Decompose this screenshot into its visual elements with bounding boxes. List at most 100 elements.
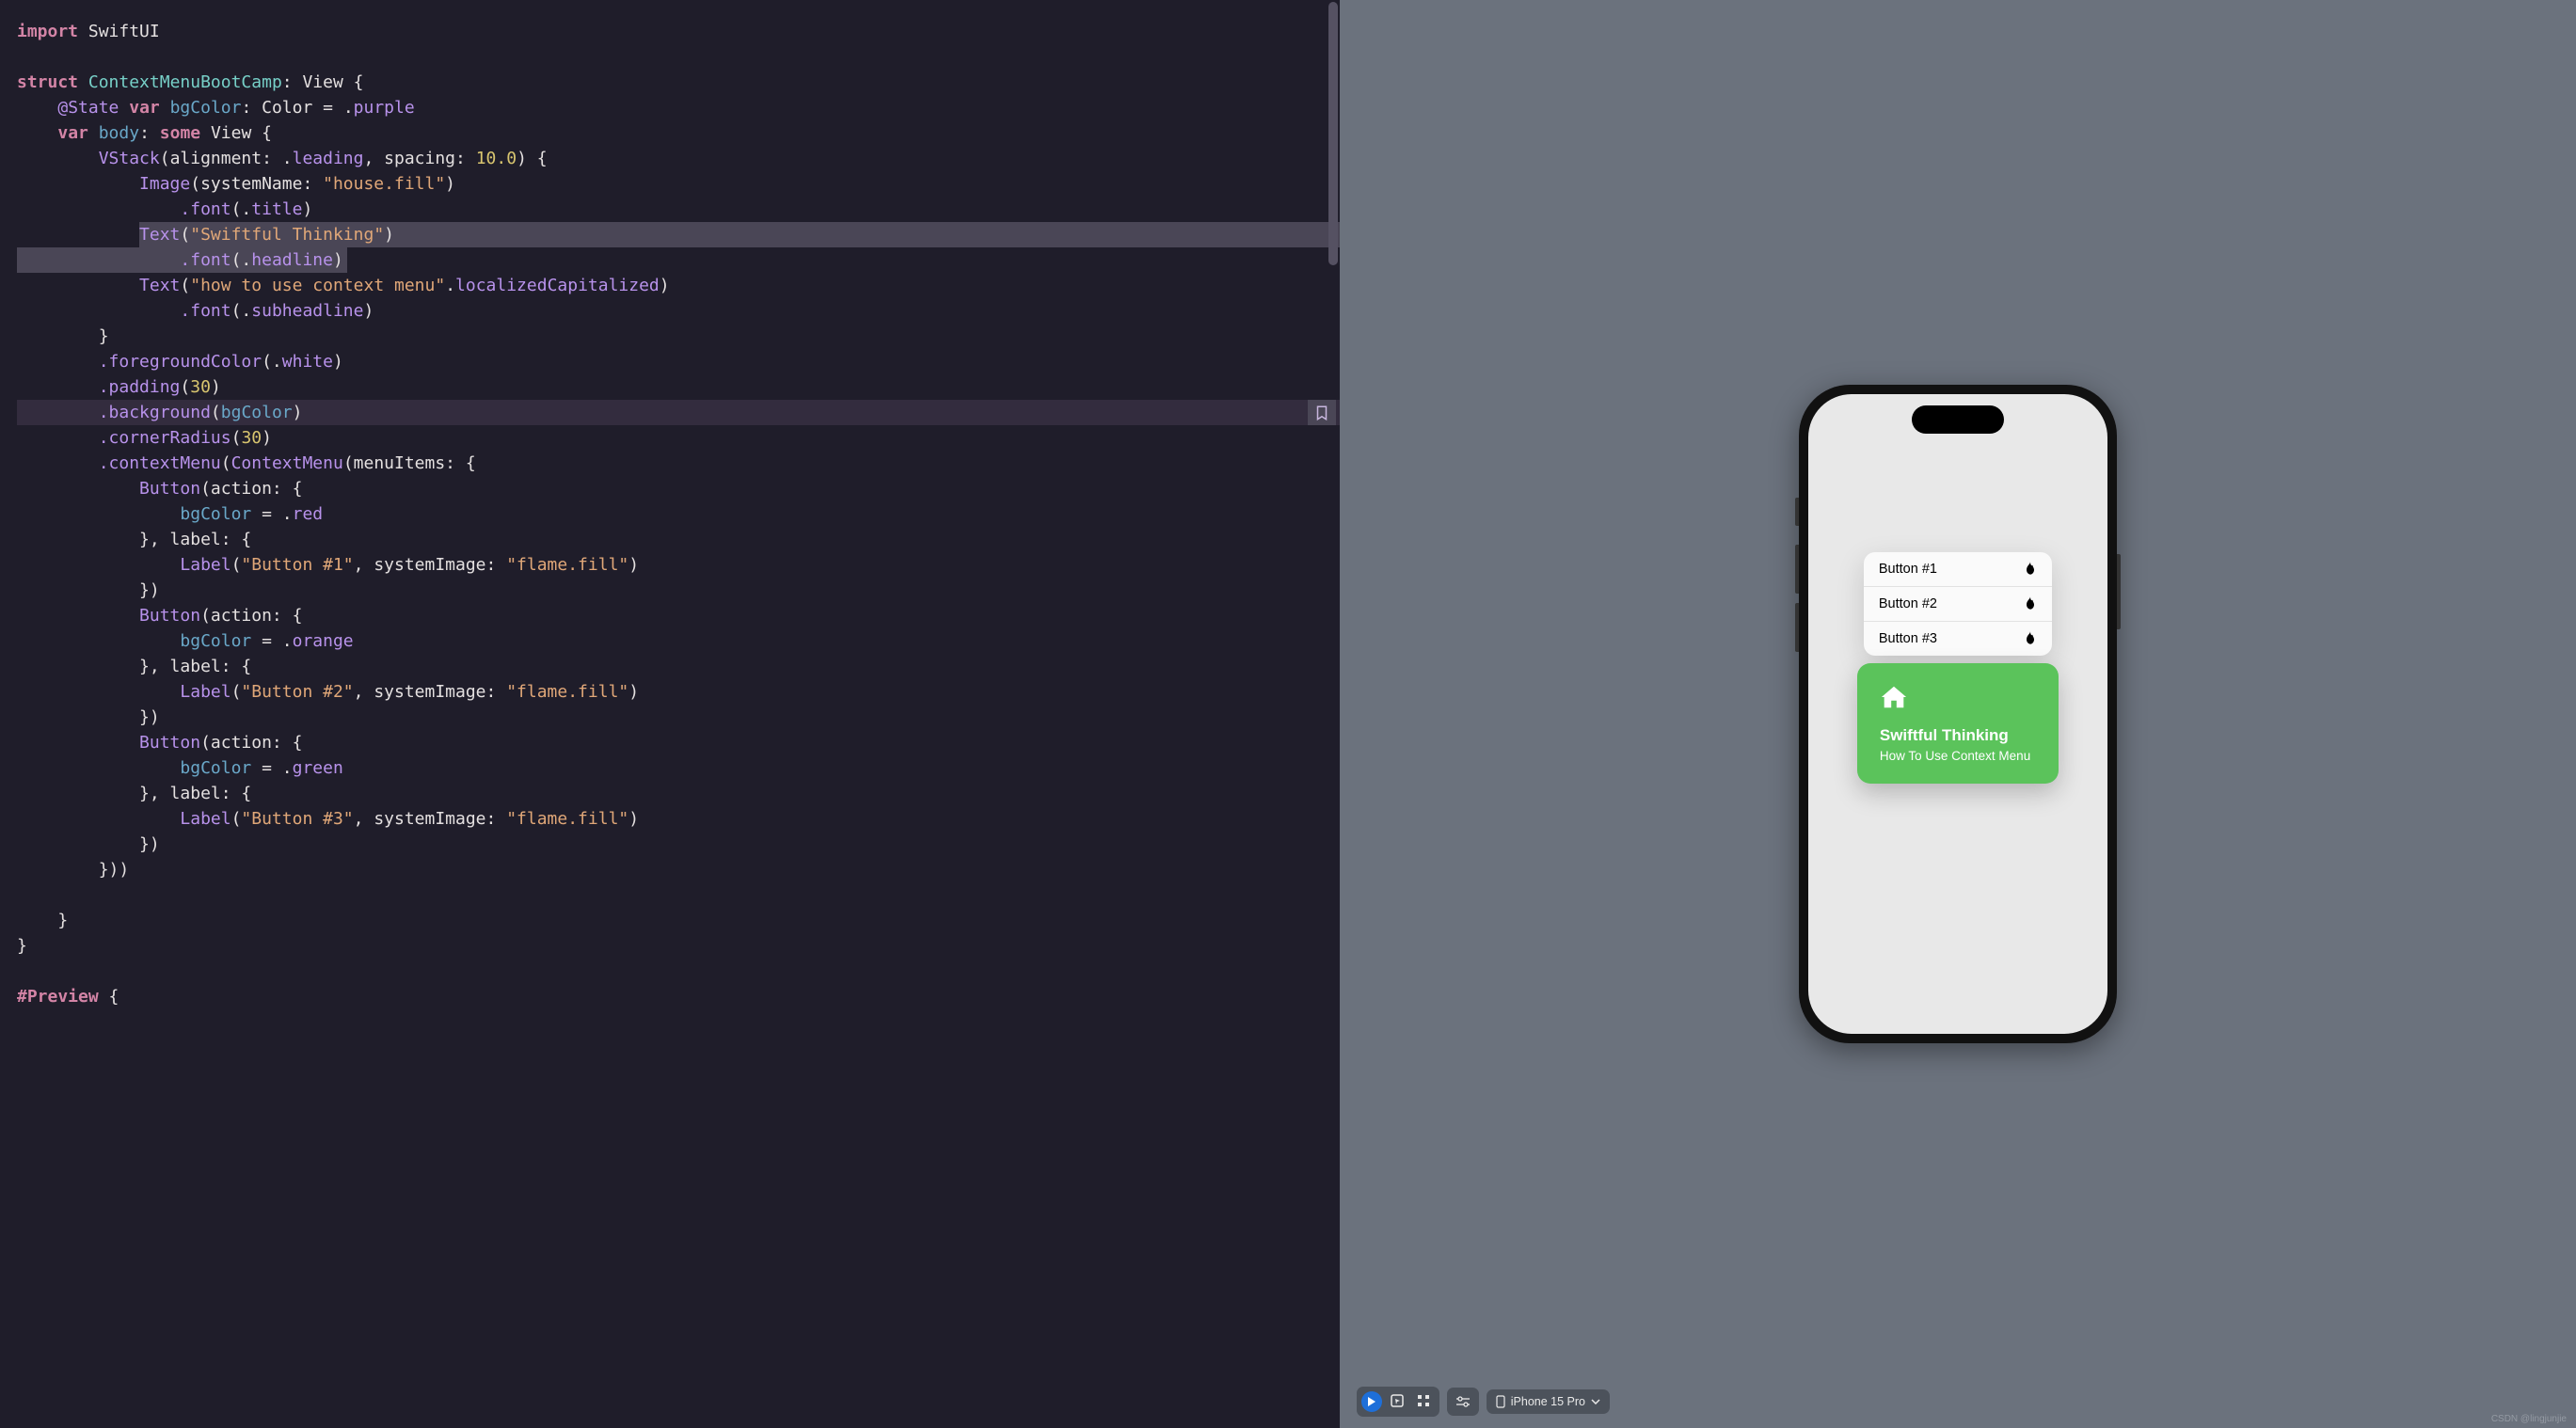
number: 30 [190, 377, 211, 397]
modifier-font: .font [180, 199, 231, 219]
code-text: (action: { [200, 733, 302, 753]
code-text: ( [231, 555, 242, 575]
module-name: SwiftUI [88, 22, 160, 41]
string: "flame.fill" [506, 809, 628, 829]
preview-settings-button[interactable] [1452, 1392, 1474, 1411]
code-text: }) [139, 707, 160, 727]
type-label: Label [180, 555, 231, 575]
enum-leading: leading [293, 149, 364, 168]
var-ref: bgColor [180, 504, 251, 524]
toolbar-group-run [1357, 1387, 1439, 1417]
enum-subheadline: subheadline [251, 301, 363, 321]
code-text: ) [363, 301, 374, 321]
code-text: } [57, 911, 68, 930]
code-text: . [445, 276, 455, 295]
string: "Button #2" [241, 682, 353, 702]
code-text: }) [139, 580, 160, 600]
context-menu: Button #1 Button #2 Button #3 [1864, 552, 2052, 656]
context-menu-item-2[interactable]: Button #2 [1864, 587, 2052, 622]
enum-title: title [251, 199, 302, 219]
code-text: ) [660, 276, 670, 295]
phone-power-button [2117, 554, 2121, 629]
modifier-fgcolor: .foregroundColor [99, 352, 262, 372]
type-vstack: VStack [99, 149, 160, 168]
code-text: } [99, 326, 109, 346]
type-contextmenu: ContextMenu [231, 453, 343, 473]
code-text: = . [251, 758, 292, 778]
selectable-preview-button[interactable] [1386, 1391, 1408, 1410]
number: 30 [241, 428, 262, 448]
kw-import: import [17, 22, 78, 41]
type-image: Image [139, 174, 190, 194]
code-text: { [99, 987, 119, 1007]
preview-toolbar: iPhone 15 Pro [1357, 1387, 1610, 1417]
device-name: iPhone 15 Pro [1511, 1395, 1585, 1408]
dynamic-island [1912, 405, 2004, 434]
code-editor[interactable]: import SwiftUI struct ContextMenuBootCam… [0, 0, 1340, 1428]
code-text: ) [628, 682, 639, 702]
code-text: ) { [517, 149, 548, 168]
code-text: ) [445, 174, 455, 194]
content-card[interactable]: Swiftful Thinking How To Use Context Men… [1857, 663, 2059, 784]
string: "Button #3" [241, 809, 353, 829]
phone-icon [1496, 1395, 1505, 1408]
menu-label: Button #1 [1879, 562, 1937, 577]
device-selector[interactable]: iPhone 15 Pro [1487, 1389, 1610, 1414]
code-text: , systemImage: [354, 555, 507, 575]
flame-icon [2024, 562, 2037, 577]
context-menu-item-3[interactable]: Button #3 [1864, 622, 2052, 656]
code-text: ) [302, 199, 312, 219]
code-text: (action: { [200, 606, 302, 626]
code-text: ( [180, 225, 190, 245]
scrollbar-thumb[interactable] [1328, 2, 1338, 265]
run-button[interactable] [1361, 1391, 1382, 1412]
preview-macro: #Preview [17, 987, 99, 1007]
var-ref: bgColor [221, 403, 293, 422]
modifier-cornerradius: .cornerRadius [99, 428, 231, 448]
code-text: ( [231, 428, 242, 448]
code-text: ) [628, 555, 639, 575]
context-menu-item-1[interactable]: Button #1 [1864, 552, 2052, 587]
code-text: ) [211, 377, 221, 397]
house-icon [1880, 684, 1908, 710]
code-text: ) [384, 225, 394, 245]
code-text: , spacing: [363, 149, 475, 168]
modifier-background: .background [99, 403, 211, 422]
code-text: }, label: { [139, 657, 251, 676]
string: "flame.fill" [506, 682, 628, 702]
var-ref: bgColor [180, 631, 251, 651]
struct-name: ContextMenuBootCamp [88, 72, 282, 92]
kw-struct: struct [17, 72, 78, 92]
card-title: Swiftful Thinking [1880, 726, 2036, 745]
simulator-frame: Button #1 Button #2 Button #3 Swiftful T… [1799, 385, 2117, 1043]
type-text: Text [139, 276, 180, 295]
code-text: ( [211, 403, 221, 422]
code-text: ( [180, 377, 190, 397]
code-text: } [17, 936, 27, 956]
type-label: Label [180, 682, 231, 702]
variants-button[interactable] [1412, 1391, 1435, 1410]
enum-green: green [293, 758, 343, 778]
editor-scrollbar[interactable] [1327, 0, 1340, 1428]
code-text: ( [231, 682, 242, 702]
preview-canvas[interactable]: Button #1 Button #2 Button #3 Swiftful T… [1340, 0, 2576, 1428]
code-text: = . [251, 504, 292, 524]
grid-icon [1416, 1393, 1431, 1408]
enum-white: white [282, 352, 333, 372]
prop-localized: localizedCapitalized [455, 276, 660, 295]
code-text: : Color = . [241, 98, 353, 118]
string: "Button #1" [241, 555, 353, 575]
code-text: (systemName: [190, 174, 323, 194]
phone-side-button [1795, 545, 1799, 594]
string: "house.fill" [323, 174, 445, 194]
phone-side-button [1795, 603, 1799, 652]
string: "Swiftful Thinking" [190, 225, 384, 245]
string: "how to use context menu" [190, 276, 445, 295]
simulator-screen[interactable]: Button #1 Button #2 Button #3 Swiftful T… [1808, 394, 2107, 1034]
card-subtitle: How To Use Context Menu [1880, 749, 2036, 763]
code-text: })) [99, 860, 130, 880]
code-text: }, label: { [139, 784, 251, 803]
code-text: ( [221, 453, 231, 473]
kw-var: var [57, 123, 88, 143]
code-text: (. [231, 301, 252, 321]
